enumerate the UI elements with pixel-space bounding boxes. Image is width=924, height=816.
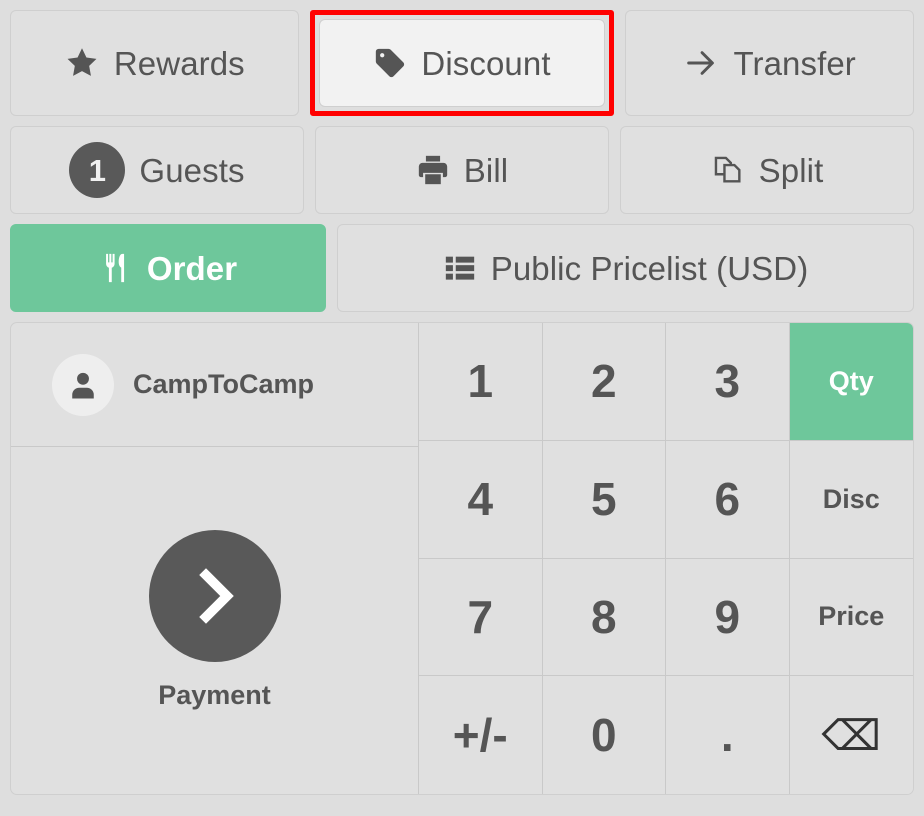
numpad-key-6[interactable]: 6 [666, 440, 790, 559]
numpad-key-decimal[interactable]: . [666, 676, 790, 794]
numpad: 1 2 3 Qty 4 5 6 Disc 7 8 9 Price +/- 0 .… [419, 323, 913, 794]
split-label: Split [758, 151, 824, 189]
customer-name: CampToCamp [133, 369, 315, 399]
star-icon [64, 45, 100, 81]
chevron-right-icon [148, 530, 281, 662]
cutlery-icon [99, 251, 133, 285]
printer-icon [416, 153, 450, 187]
person-icon [52, 353, 114, 416]
bill-label: Bill [463, 151, 509, 189]
numpad-key-2[interactable]: 2 [542, 323, 666, 441]
split-button[interactable]: Split [620, 126, 914, 214]
list-icon [443, 251, 477, 285]
transfer-label: Transfer [733, 44, 856, 82]
payment-label: Payment [158, 680, 271, 710]
public-pricelist-label: Public Pricelist (USD) [490, 249, 809, 287]
numpad-key-0[interactable]: 0 [542, 676, 666, 794]
guests-label: Guests [139, 151, 245, 189]
discount-highlight-annotation: Discount [309, 10, 615, 116]
guests-button[interactable]: 1 Guests [10, 126, 304, 214]
numpad-mode-disc[interactable]: Disc [789, 440, 913, 559]
numpad-key-9[interactable]: 9 [666, 558, 790, 677]
rewards-label: Rewards [113, 44, 245, 82]
guest-count-badge: 1 [69, 142, 126, 198]
numpad-key-5[interactable]: 5 [542, 440, 666, 559]
tag-icon [373, 46, 407, 80]
action-row-secondary: 1 Guests Bill Split [10, 126, 914, 214]
order-button[interactable]: Order [10, 224, 326, 312]
numpad-key-sign[interactable]: +/- [419, 676, 543, 794]
numpad-key-4[interactable]: 4 [419, 440, 543, 559]
discount-button[interactable]: Discount [318, 19, 606, 107]
action-row-mode: Order Public Pricelist (USD) [10, 224, 914, 312]
arrow-right-icon [683, 45, 719, 81]
order-label: Order [146, 249, 238, 287]
transfer-button[interactable]: Transfer [625, 10, 915, 116]
action-row-primary: Rewards Discount Transfer [10, 10, 915, 116]
numpad-key-1[interactable]: 1 [419, 323, 543, 441]
discount-label: Discount [421, 44, 551, 82]
bill-button[interactable]: Bill [315, 126, 609, 214]
numpad-key-8[interactable]: 8 [542, 558, 666, 677]
customer-payment-pane: CampToCamp Payment [11, 323, 419, 794]
numpad-mode-qty[interactable]: Qty [789, 323, 913, 441]
order-action-panel: CampToCamp Payment 1 2 3 Qty 4 5 6 Disc … [10, 322, 914, 795]
numpad-backspace[interactable]: ⌫ [789, 676, 913, 794]
numpad-key-7[interactable]: 7 [419, 558, 543, 677]
numpad-key-3[interactable]: 3 [666, 323, 790, 441]
rewards-button[interactable]: Rewards [10, 10, 299, 116]
customer-button[interactable]: CampToCamp [11, 323, 418, 447]
pos-control-panel: Rewards Discount Transfer 1 Guests Bill … [0, 0, 924, 816]
numpad-mode-price[interactable]: Price [789, 558, 913, 677]
payment-button[interactable]: Payment [11, 447, 418, 794]
public-pricelist-button[interactable]: Public Pricelist (USD) [337, 224, 914, 312]
split-pages-icon [711, 153, 745, 187]
